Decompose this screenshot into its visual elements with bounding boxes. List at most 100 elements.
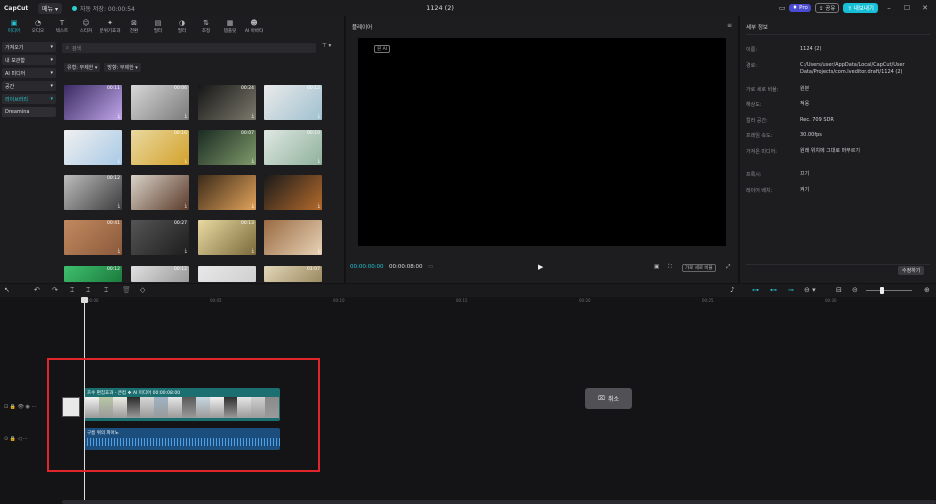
media-thumbnail[interactable]: ⤓ xyxy=(131,175,189,210)
sidebar-item[interactable]: 내 보관함 ▾ xyxy=(2,55,56,65)
minimize-icon[interactable]: – xyxy=(882,4,896,12)
redo-icon[interactable]: ↷ xyxy=(52,286,58,294)
sidebar-item[interactable]: Dreamina xyxy=(2,107,56,117)
zoom-icon[interactable]: ⛶ xyxy=(668,264,672,271)
download-icon[interactable]: ⤓ xyxy=(252,248,254,254)
snapshot-icon[interactable]: ▣ xyxy=(654,264,659,270)
tab-color[interactable]: ◑ 필터 xyxy=(170,16,194,38)
playhead-handle[interactable] xyxy=(81,297,88,303)
tab-text[interactable]: T 텍스트 xyxy=(50,16,74,38)
preview-axis-icon[interactable]: ⊸ xyxy=(788,286,794,294)
download-icon[interactable]: ⤓ xyxy=(118,203,120,209)
ratio-button[interactable]: 가로 세로 비율 xyxy=(682,264,716,272)
filter-button[interactable]: ⊤ ▾ xyxy=(322,43,331,49)
track-lock-icon[interactable]: ⊡ 🔒 👁 ◉ ⋯ xyxy=(4,404,36,410)
delete-icon[interactable]: 🗑 xyxy=(122,286,131,294)
tab-effects[interactable]: ✦ 분위기효과 xyxy=(98,16,122,38)
pro-badge[interactable]: ♦ Pro xyxy=(789,4,811,12)
split-icon[interactable]: ⌶ xyxy=(70,286,74,295)
magnet-icon[interactable]: ⊶ xyxy=(752,286,759,294)
timecode-icon[interactable]: ▭ xyxy=(428,264,433,270)
timeline-ruler[interactable]: 00:0000:0500:1000:1500:2000:2500:3000:35 xyxy=(0,297,936,306)
tab-audio[interactable]: ◔ 오디오 xyxy=(26,16,50,38)
more-icon[interactable]: ≡ xyxy=(727,22,732,29)
zoom-in-icon[interactable]: ⊕ xyxy=(924,286,930,294)
download-icon[interactable]: ⤓ xyxy=(185,113,187,119)
caption-icon[interactable]: ⊟ xyxy=(836,286,842,294)
split-right-icon[interactable]: ⌶ xyxy=(104,286,108,295)
media-thumbnail[interactable]: ⤓ xyxy=(264,220,322,255)
tab-media[interactable]: ▣ 미디어 xyxy=(2,16,26,38)
cancel-button[interactable]: ⌧ 취소 xyxy=(585,388,632,409)
maximize-icon[interactable]: ☐ xyxy=(900,4,914,12)
tab-ai-avatar[interactable]: ☻ AI 아바타 xyxy=(242,16,266,38)
media-thumbnail[interactable]: 00:24 ⤓ xyxy=(198,85,256,120)
tab-template[interactable]: ▦ 템플릿 xyxy=(218,16,242,38)
audio-track-controls[interactable]: ⊙ 🔒 ◁ ⋯ xyxy=(4,436,28,442)
zoom-slider-handle[interactable] xyxy=(880,287,884,294)
media-thumbnail[interactable]: 00:12 xyxy=(64,266,122,282)
export-button[interactable]: ⇧ 내보내기 xyxy=(843,3,878,13)
media-thumbnail[interactable]: 00:16 ⤓ xyxy=(131,130,189,165)
download-icon[interactable]: ⤓ xyxy=(318,203,320,209)
direction-filter[interactable]: 방향: 무제한 ▾ xyxy=(104,63,141,72)
download-icon[interactable]: ⤓ xyxy=(118,248,120,254)
marker-icon[interactable]: ◇ xyxy=(140,286,145,294)
type-filter[interactable]: 유형: 무제한 ▾ xyxy=(64,63,101,72)
media-thumbnail[interactable]: 00:12 ⤓ xyxy=(64,175,122,210)
tab-adjust[interactable]: ⇅ 조정 xyxy=(194,16,218,38)
fullscreen-icon[interactable]: ⤢ xyxy=(726,264,730,271)
download-icon[interactable]: ⤓ xyxy=(318,113,320,119)
snap-icon[interactable]: ⊖ ▾ xyxy=(804,286,816,294)
media-thumbnail[interactable]: 00:10 ⤓ xyxy=(264,130,322,165)
split-left-icon[interactable]: ⌶ xyxy=(86,286,90,295)
ruler-tick: 00:25 xyxy=(702,298,714,303)
media-thumbnail[interactable]: ⤓ xyxy=(64,130,122,165)
download-icon[interactable]: ⤓ xyxy=(185,158,187,164)
download-icon[interactable]: ⤓ xyxy=(318,248,320,254)
download-icon[interactable]: ⤓ xyxy=(185,248,187,254)
media-thumbnail[interactable]: 01:07 xyxy=(264,266,322,282)
download-icon[interactable]: ⤓ xyxy=(185,203,187,209)
play-icon[interactable]: ▶ xyxy=(538,263,543,271)
media-thumbnail[interactable]: 00:41 ⤓ xyxy=(64,220,122,255)
ratio-tag[interactable]: 원 AI xyxy=(374,45,390,53)
media-thumbnail[interactable]: ⤓ xyxy=(198,175,256,210)
media-thumbnail[interactable]: 00:27 ⤓ xyxy=(131,220,189,255)
tab-sticker[interactable]: ☺ 스티커 xyxy=(74,16,98,38)
media-thumbnail[interactable]: 00:06 ⤓ xyxy=(131,85,189,120)
sidebar-item[interactable]: 가져오기 ▾ xyxy=(2,42,56,52)
sidebar-item[interactable]: 공간 ▾ xyxy=(2,81,56,91)
zoom-slider[interactable] xyxy=(866,290,912,291)
mic-icon[interactable]: ♪ xyxy=(730,286,734,294)
media-thumbnail[interactable]: 00:12 xyxy=(131,266,189,282)
undo-icon[interactable]: ↶ xyxy=(34,286,40,294)
download-icon[interactable]: ⤓ xyxy=(252,113,254,119)
share-button[interactable]: ⇪ 공유 xyxy=(814,3,840,13)
download-icon[interactable]: ⤓ xyxy=(118,158,120,164)
media-thumbnail[interactable]: 00:11 ⤓ xyxy=(64,85,122,120)
download-icon[interactable]: ⤓ xyxy=(252,203,254,209)
sidebar-item[interactable]: 라이브러리 ▾ xyxy=(2,94,56,104)
download-icon[interactable]: ⤓ xyxy=(318,158,320,164)
close-icon[interactable]: ✕ xyxy=(918,4,932,12)
media-thumbnail[interactable]: 00:07 ⤓ xyxy=(198,130,256,165)
menu-button[interactable]: 메뉴 ▾ xyxy=(38,2,62,14)
layout-icon[interactable]: ▭ xyxy=(779,4,786,12)
media-thumbnail[interactable]: 00:13 ⤓ xyxy=(198,220,256,255)
modify-button[interactable]: 수정하기 xyxy=(898,266,925,275)
media-thumbnail[interactable] xyxy=(198,266,256,282)
tab-filter[interactable]: ▤ 필터 xyxy=(146,16,170,38)
horizontal-scrollbar[interactable] xyxy=(62,500,936,504)
media-thumbnail[interactable]: ⤓ xyxy=(264,175,322,210)
link-icon[interactable]: ⊷ xyxy=(770,286,777,294)
video-preview[interactable] xyxy=(358,38,726,246)
tab-transition[interactable]: ⊠ 전환 xyxy=(122,16,146,38)
download-icon[interactable]: ⤓ xyxy=(118,113,120,119)
select-icon[interactable]: ↖ xyxy=(4,286,10,294)
download-icon[interactable]: ⤓ xyxy=(252,158,254,164)
search-input[interactable]: ⌕ 검색 xyxy=(62,43,316,53)
media-thumbnail[interactable]: 00:12 ⤓ xyxy=(264,85,322,120)
sidebar-item[interactable]: AI 미디어 ▾ xyxy=(2,68,56,78)
zoom-out-icon[interactable]: ⊝ xyxy=(852,286,858,294)
